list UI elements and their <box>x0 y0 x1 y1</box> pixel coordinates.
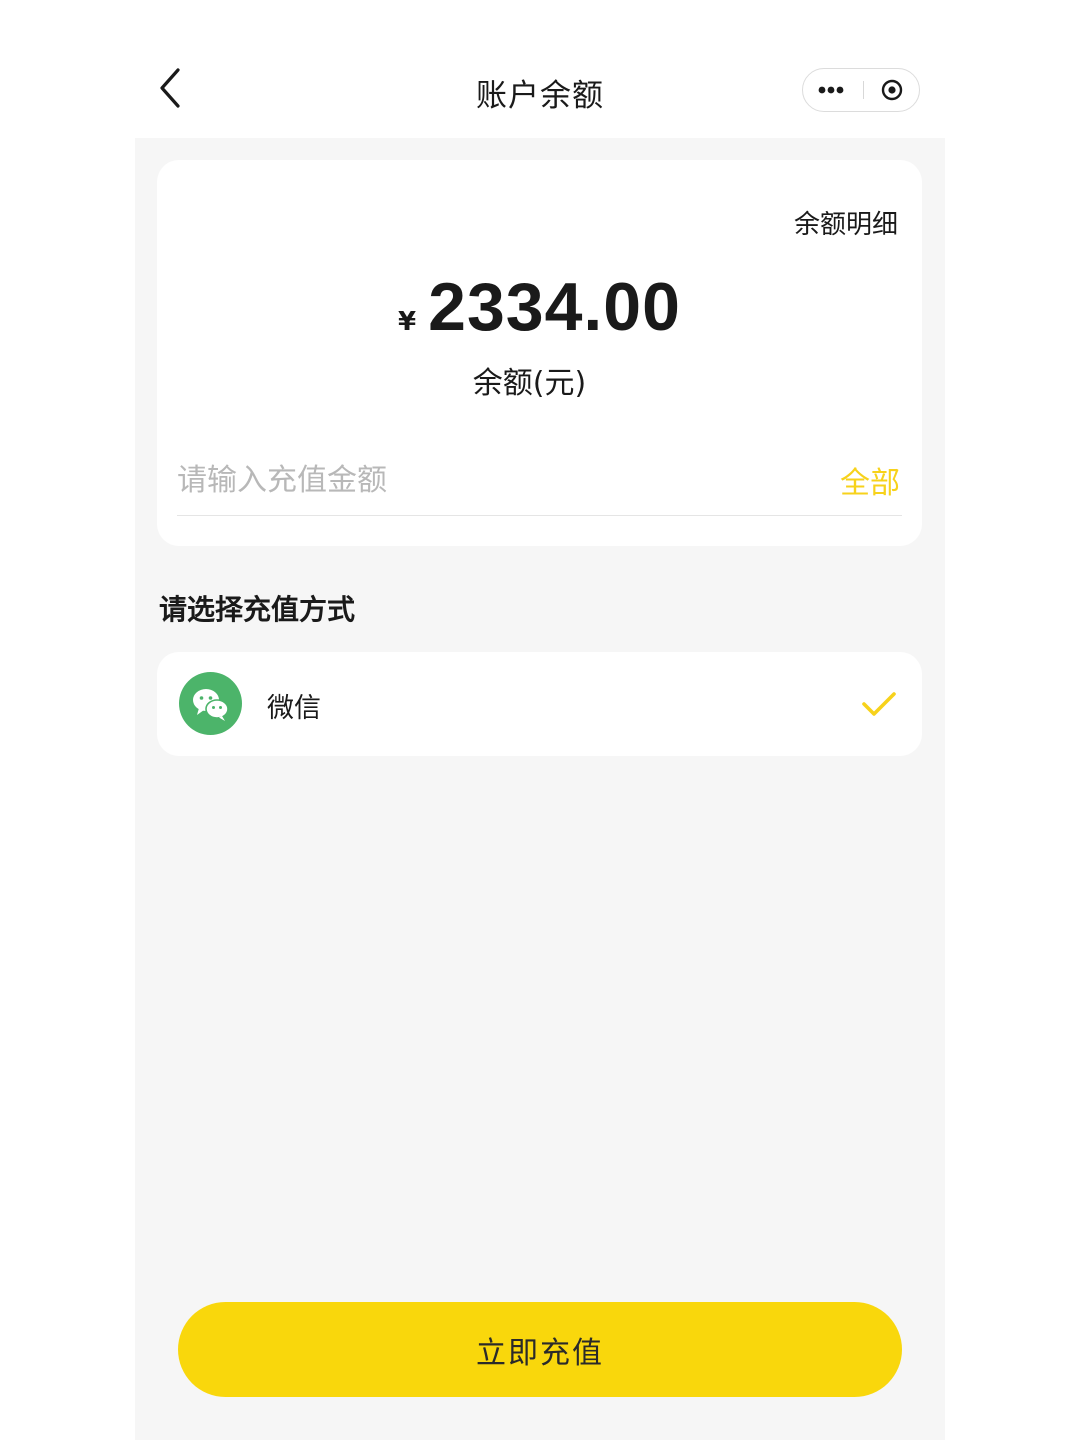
more-button[interactable] <box>803 69 861 110</box>
nav-bar: 账户余额 <box>0 0 1080 138</box>
mini-program-capsule <box>802 68 920 112</box>
more-dots-icon <box>818 86 844 93</box>
page: 账户余额 余额明细 ¥2334.00 余额(元) 请输入充值金额 全部 请选择充… <box>0 0 1080 1440</box>
close-button[interactable] <box>865 69 919 110</box>
balance-detail-link[interactable]: 余额明细 <box>794 204 898 241</box>
currency-symbol: ¥ <box>398 307 417 337</box>
balance-amount-row: ¥2334.00 <box>157 268 922 346</box>
all-amount-button[interactable]: 全部 <box>840 458 900 502</box>
payment-method-wechat[interactable]: 微信 <box>157 652 922 756</box>
check-icon <box>862 692 896 716</box>
capsule-divider <box>863 81 864 99</box>
content-area: 余额明细 ¥2334.00 余额(元) 全部 请选择充值方式 <box>135 138 945 1440</box>
wechat-icon <box>179 672 242 735</box>
balance-label: 余额(元) <box>472 366 587 401</box>
balance-amount: 2334.00 <box>428 269 681 345</box>
payment-method-label: 微信 <box>267 693 321 724</box>
target-close-icon <box>881 79 903 100</box>
balance-card: 余额明细 ¥2334.00 余额(元) 全部 <box>157 160 922 546</box>
recharge-now-button[interactable]: 立即充值 <box>178 1302 902 1397</box>
payment-section-title: 请选择充值方式 <box>159 593 356 626</box>
input-divider <box>177 515 902 516</box>
recharge-amount-input[interactable] <box>177 452 737 508</box>
